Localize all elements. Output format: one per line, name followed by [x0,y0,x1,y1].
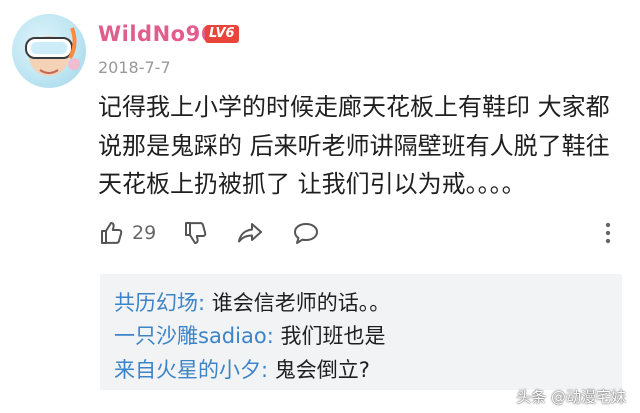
avatar-image [25,27,80,76]
action-bar: 29 [98,215,618,251]
reply-list: 共历幻场: 谁会信老师的话。。 一只沙雕sadiao: 我们班也是 来自火星的小… [100,274,622,390]
reply-author[interactable]: 一只沙雕sadiao [114,324,267,348]
username[interactable]: WildNo96 [98,22,216,46]
list-item[interactable]: 共历幻场: 谁会信老师的话。。 [114,287,390,317]
reply-author[interactable]: 共历幻场 [114,291,198,315]
reply-separator: : [261,358,275,382]
reply-text: 鬼会倒立? [274,358,370,382]
reply-separator: : [198,291,212,315]
like-button[interactable]: 29 [98,215,156,251]
avatar[interactable] [12,14,86,88]
level-badge: LV6 [205,25,239,43]
watermark: 头条 @动漫宅妹 [516,388,626,406]
list-item[interactable]: 来自火星的小夕: 鬼会倒立? [114,354,370,384]
list-item[interactable]: 一只沙雕sadiao: 我们班也是 [114,320,385,350]
comment-icon [294,223,318,244]
reply-separator: : [266,324,281,348]
reply-author[interactable]: 来自火星的小夕 [114,358,261,382]
like-count: 29 [132,222,157,244]
thumb-down-icon [185,222,207,244]
more-icon [605,222,611,244]
reply-text: 我们班也是 [280,324,386,348]
share-button[interactable] [236,215,264,251]
thumb-up-icon [101,222,123,244]
share-icon [238,223,262,243]
reply-button[interactable] [292,215,320,251]
comment-text: 记得我上小学的时候走廊天花板上有鞋印 大家都说那是鬼踩的 后来听老师讲隔壁班有人… [98,93,610,198]
dislike-button[interactable] [182,215,210,251]
more-button[interactable] [594,215,622,251]
reply-text: 谁会信老师的话。。 [211,291,391,315]
post-date: 2018-7-7 [98,58,171,77]
